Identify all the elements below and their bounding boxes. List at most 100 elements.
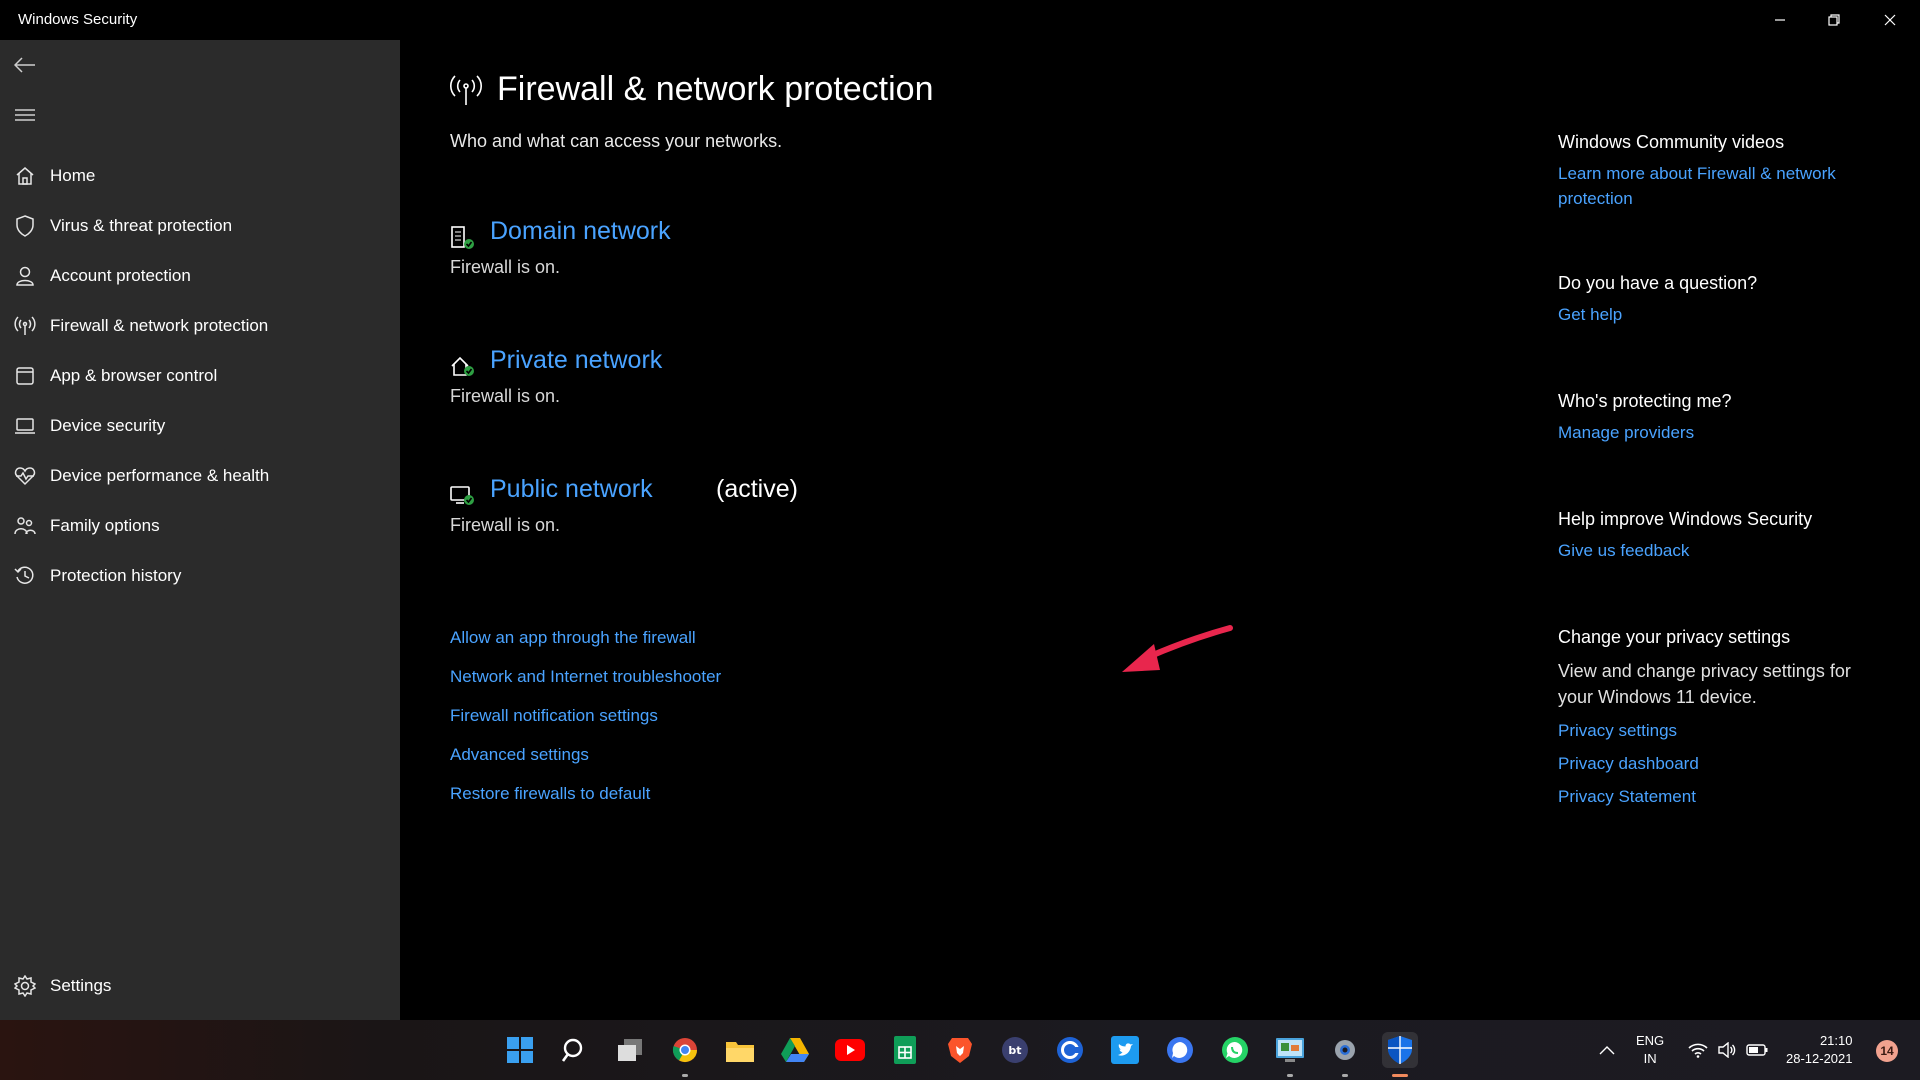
privacy-statement-link[interactable]: Privacy Statement [1558,784,1888,809]
start-icon [507,1037,533,1063]
sidebar-item-label: Virus & threat protection [50,216,233,235]
google-drive-icon [781,1038,809,1062]
taskbar-app-sheets[interactable] [887,1032,923,1068]
taskbar-app-brave[interactable] [942,1032,978,1068]
taskbar-app-twitter[interactable] [1107,1032,1143,1068]
brave-icon [948,1038,972,1063]
restore-button[interactable] [1806,0,1862,40]
privacy-description: View and change privacy settings for you… [1558,661,1851,707]
svg-text:bt: bt [1008,1044,1021,1057]
file-explorer-icon [726,1042,754,1062]
windows-security-icon [1388,1036,1412,1064]
sidebar-item-device-performance[interactable]: Device performance & health [0,454,400,498]
laptop-icon [13,414,37,438]
antenna-icon [450,75,482,112]
battery-icon [1746,1044,1768,1056]
active-indicator [1392,1074,1408,1077]
whatsapp-icon [1222,1037,1248,1063]
page-title: Firewall & network protection [497,70,934,108]
home-icon [13,164,37,188]
privacy-dashboard-link[interactable]: Privacy dashboard [1558,751,1888,776]
back-button[interactable] [12,52,38,78]
family-icon [13,514,37,538]
sidebar-item-home[interactable]: Home [0,154,400,198]
allow-app-link[interactable]: Allow an app through the firewall [450,618,721,657]
close-button[interactable] [1862,0,1918,40]
private-network-icon [450,354,476,380]
start-button[interactable] [502,1032,538,1068]
sidebar-item-settings[interactable]: Settings [0,964,400,1008]
taskbar: bt ENG IN 21:10 28-12-2021 14 [0,1020,1920,1080]
privacy-settings-link[interactable]: Privacy settings [1558,718,1888,743]
community-section: Windows Community videos Learn more abou… [1558,132,1888,211]
wifi-icon [1688,1043,1708,1058]
taskbar-app-chrome[interactable] [667,1032,703,1077]
task-view-button[interactable] [612,1032,648,1068]
firewall-links: Allow an app through the firewall Networ… [450,618,721,813]
sidebar-item-protection-history[interactable]: Protection history [0,554,400,598]
sidebar-item-virus-threat[interactable]: Virus & threat protection [0,204,400,248]
public-network-link[interactable]: Public network [490,475,653,504]
improve-section: Help improve Windows Security Give us fe… [1558,509,1888,563]
private-network-link[interactable]: Private network [490,346,662,375]
twitter-icon [1111,1036,1139,1064]
history-icon [13,564,37,588]
sidebar-item-account[interactable]: Account protection [0,254,400,298]
taskbar-app-youtube[interactable] [832,1032,868,1068]
sidebar: Home Virus & threat protection Account p… [0,40,400,1020]
get-help-link[interactable]: Get help [1558,302,1888,327]
annotation-arrow [1122,625,1233,672]
active-label: (active) [716,475,798,503]
domain-network-link[interactable]: Domain network [490,217,671,246]
learn-more-link[interactable]: Learn more about Firewall & network prot… [1558,161,1888,211]
sidebar-item-family[interactable]: Family options [0,504,400,548]
search-button[interactable] [557,1032,593,1068]
domain-network-icon [450,225,476,251]
chrome-icon [672,1038,697,1063]
question-section: Do you have a question? Get help [1558,273,1888,327]
search-icon [561,1038,583,1062]
taskbar-app-control-panel[interactable] [1272,1032,1308,1077]
taskbar-app-whatsapp[interactable] [1217,1032,1253,1068]
sidebar-item-app-browser[interactable]: App & browser control [0,354,400,398]
main-content: Firewall & network protection Who and wh… [400,40,1920,1020]
close-icon [1884,14,1896,26]
ccleaner-icon [1057,1037,1083,1063]
taskbar-app-ccleaner[interactable] [1052,1032,1088,1068]
troubleshooter-link[interactable]: Network and Internet troubleshooter [450,657,721,696]
restore-defaults-link[interactable]: Restore firewalls to default [450,774,721,813]
chevron-up-icon [1599,1046,1615,1055]
person-icon [13,264,37,288]
menu-button[interactable] [12,102,38,128]
hamburger-menu-icon [15,109,35,121]
sidebar-item-label: Home [50,166,96,185]
taskbar-app-windows-security[interactable] [1382,1032,1418,1077]
improve-heading: Help improve Windows Security [1558,509,1813,529]
taskbar-app-bt[interactable]: bt [997,1032,1033,1068]
domain-network-status: Firewall is on. [450,257,561,277]
taskbar-app-signal[interactable] [1162,1032,1198,1068]
feedback-link[interactable]: Give us feedback [1558,538,1888,563]
quick-settings-button[interactable] [1688,1020,1768,1080]
notification-badge[interactable]: 14 [1876,1040,1898,1062]
tray-overflow-button[interactable] [1598,1020,1616,1080]
taskbar-app-settings[interactable] [1327,1032,1363,1077]
language-indicator[interactable]: ENG IN [1636,1020,1664,1080]
sidebar-item-device-security[interactable]: Device security [0,404,400,448]
browser-window-icon [13,364,37,388]
youtube-icon [835,1039,865,1061]
sidebar-item-firewall[interactable]: Firewall & network protection [0,304,400,348]
protecting-heading: Who's protecting me? [1558,391,1732,411]
clock-text: 21:10 28-12-2021 [1786,1032,1853,1068]
minimize-button[interactable] [1752,0,1808,40]
sidebar-item-label: Account protection [50,266,191,285]
gear-icon [13,974,37,998]
taskbar-app-explorer[interactable] [722,1032,758,1068]
advanced-settings-link[interactable]: Advanced settings [450,735,721,774]
notification-settings-link[interactable]: Firewall notification settings [450,696,721,735]
taskbar-app-drive[interactable] [777,1032,813,1068]
manage-providers-link[interactable]: Manage providers [1558,420,1888,445]
language-line2: IN [1643,1051,1657,1066]
language-text: ENG IN [1636,1032,1664,1068]
clock[interactable]: 21:10 28-12-2021 [1786,1020,1853,1080]
